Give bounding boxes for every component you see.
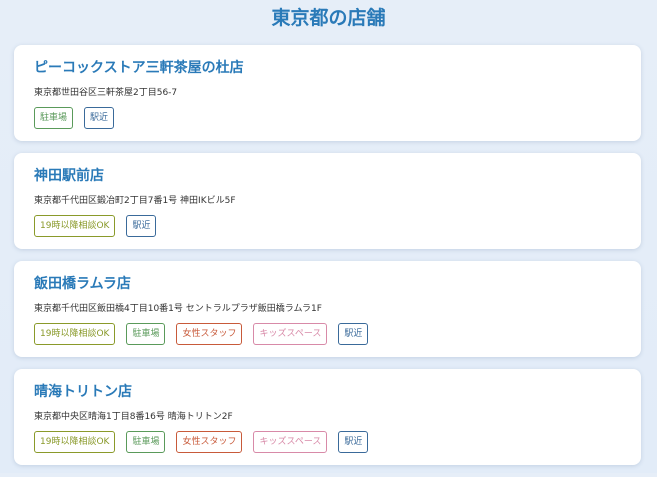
tag-near-station: 駅近 <box>338 323 369 345</box>
page-title: 東京都の店舗 <box>271 7 386 29</box>
tag-near-station: 駅近 <box>84 107 115 129</box>
store-address: 東京都世田谷区三軒茶屋2丁目56-7 <box>34 88 178 98</box>
tag-list: 19時以降相談OK 駐車場 女性スタッフ キッズスペース 駅近 <box>34 431 623 453</box>
tag-parking: 駐車場 <box>126 431 166 453</box>
tag-after-19: 19時以降相談OK <box>34 431 116 453</box>
store-card[interactable]: ピーコックストア三軒茶屋の杜店 東京都世田谷区三軒茶屋2丁目56-7 駐車場 駅… <box>14 45 641 141</box>
store-name[interactable]: ピーコックストア三軒茶屋の杜店 <box>34 59 623 77</box>
store-card[interactable]: 飯田橋ラムラ店 東京都千代田区飯田橋4丁目10番1号 セントラルプラザ飯田橋ラム… <box>14 261 641 357</box>
tag-parking: 駐車場 <box>34 107 74 129</box>
tag-near-station: 駅近 <box>126 215 157 237</box>
tag-after-19: 19時以降相談OK <box>34 323 116 345</box>
store-address: 東京都千代田区飯田橋4丁目10番1号 セントラルプラザ飯田橋ラムラ1F <box>34 304 322 314</box>
tag-list: 19時以降相談OK 駐車場 女性スタッフ キッズスペース 駅近 <box>34 323 623 345</box>
store-name[interactable]: 飯田橋ラムラ店 <box>34 275 623 293</box>
tag-list: 19時以降相談OK 駅近 <box>34 215 623 237</box>
tag-female-staff: 女性スタッフ <box>176 323 243 345</box>
tag-near-station: 駅近 <box>338 431 369 453</box>
store-name[interactable]: 神田駅前店 <box>34 167 623 185</box>
tag-parking: 駐車場 <box>126 323 166 345</box>
store-card[interactable]: 神田駅前店 東京都千代田区鍛冶町2丁目7番1号 神田IKビル5F 19時以降相談… <box>14 153 641 249</box>
store-list: ピーコックストア三軒茶屋の杜店 東京都世田谷区三軒茶屋2丁目56-7 駐車場 駅… <box>14 45 641 477</box>
store-address: 東京都千代田区鍛冶町2丁目7番1号 神田IKビル5F <box>34 196 236 206</box>
tag-after-19: 19時以降相談OK <box>34 215 116 237</box>
tag-kids-space: キッズスペース <box>253 431 328 453</box>
tag-list: 駐車場 駅近 <box>34 107 623 129</box>
store-name[interactable]: 晴海トリトン店 <box>34 383 623 401</box>
tag-kids-space: キッズスペース <box>253 323 328 345</box>
tag-female-staff: 女性スタッフ <box>176 431 243 453</box>
store-address: 東京都中央区晴海1丁目8番16号 晴海トリトン2F <box>34 412 233 422</box>
store-card[interactable]: 晴海トリトン店 東京都中央区晴海1丁目8番16号 晴海トリトン2F 19時以降相… <box>14 369 641 465</box>
